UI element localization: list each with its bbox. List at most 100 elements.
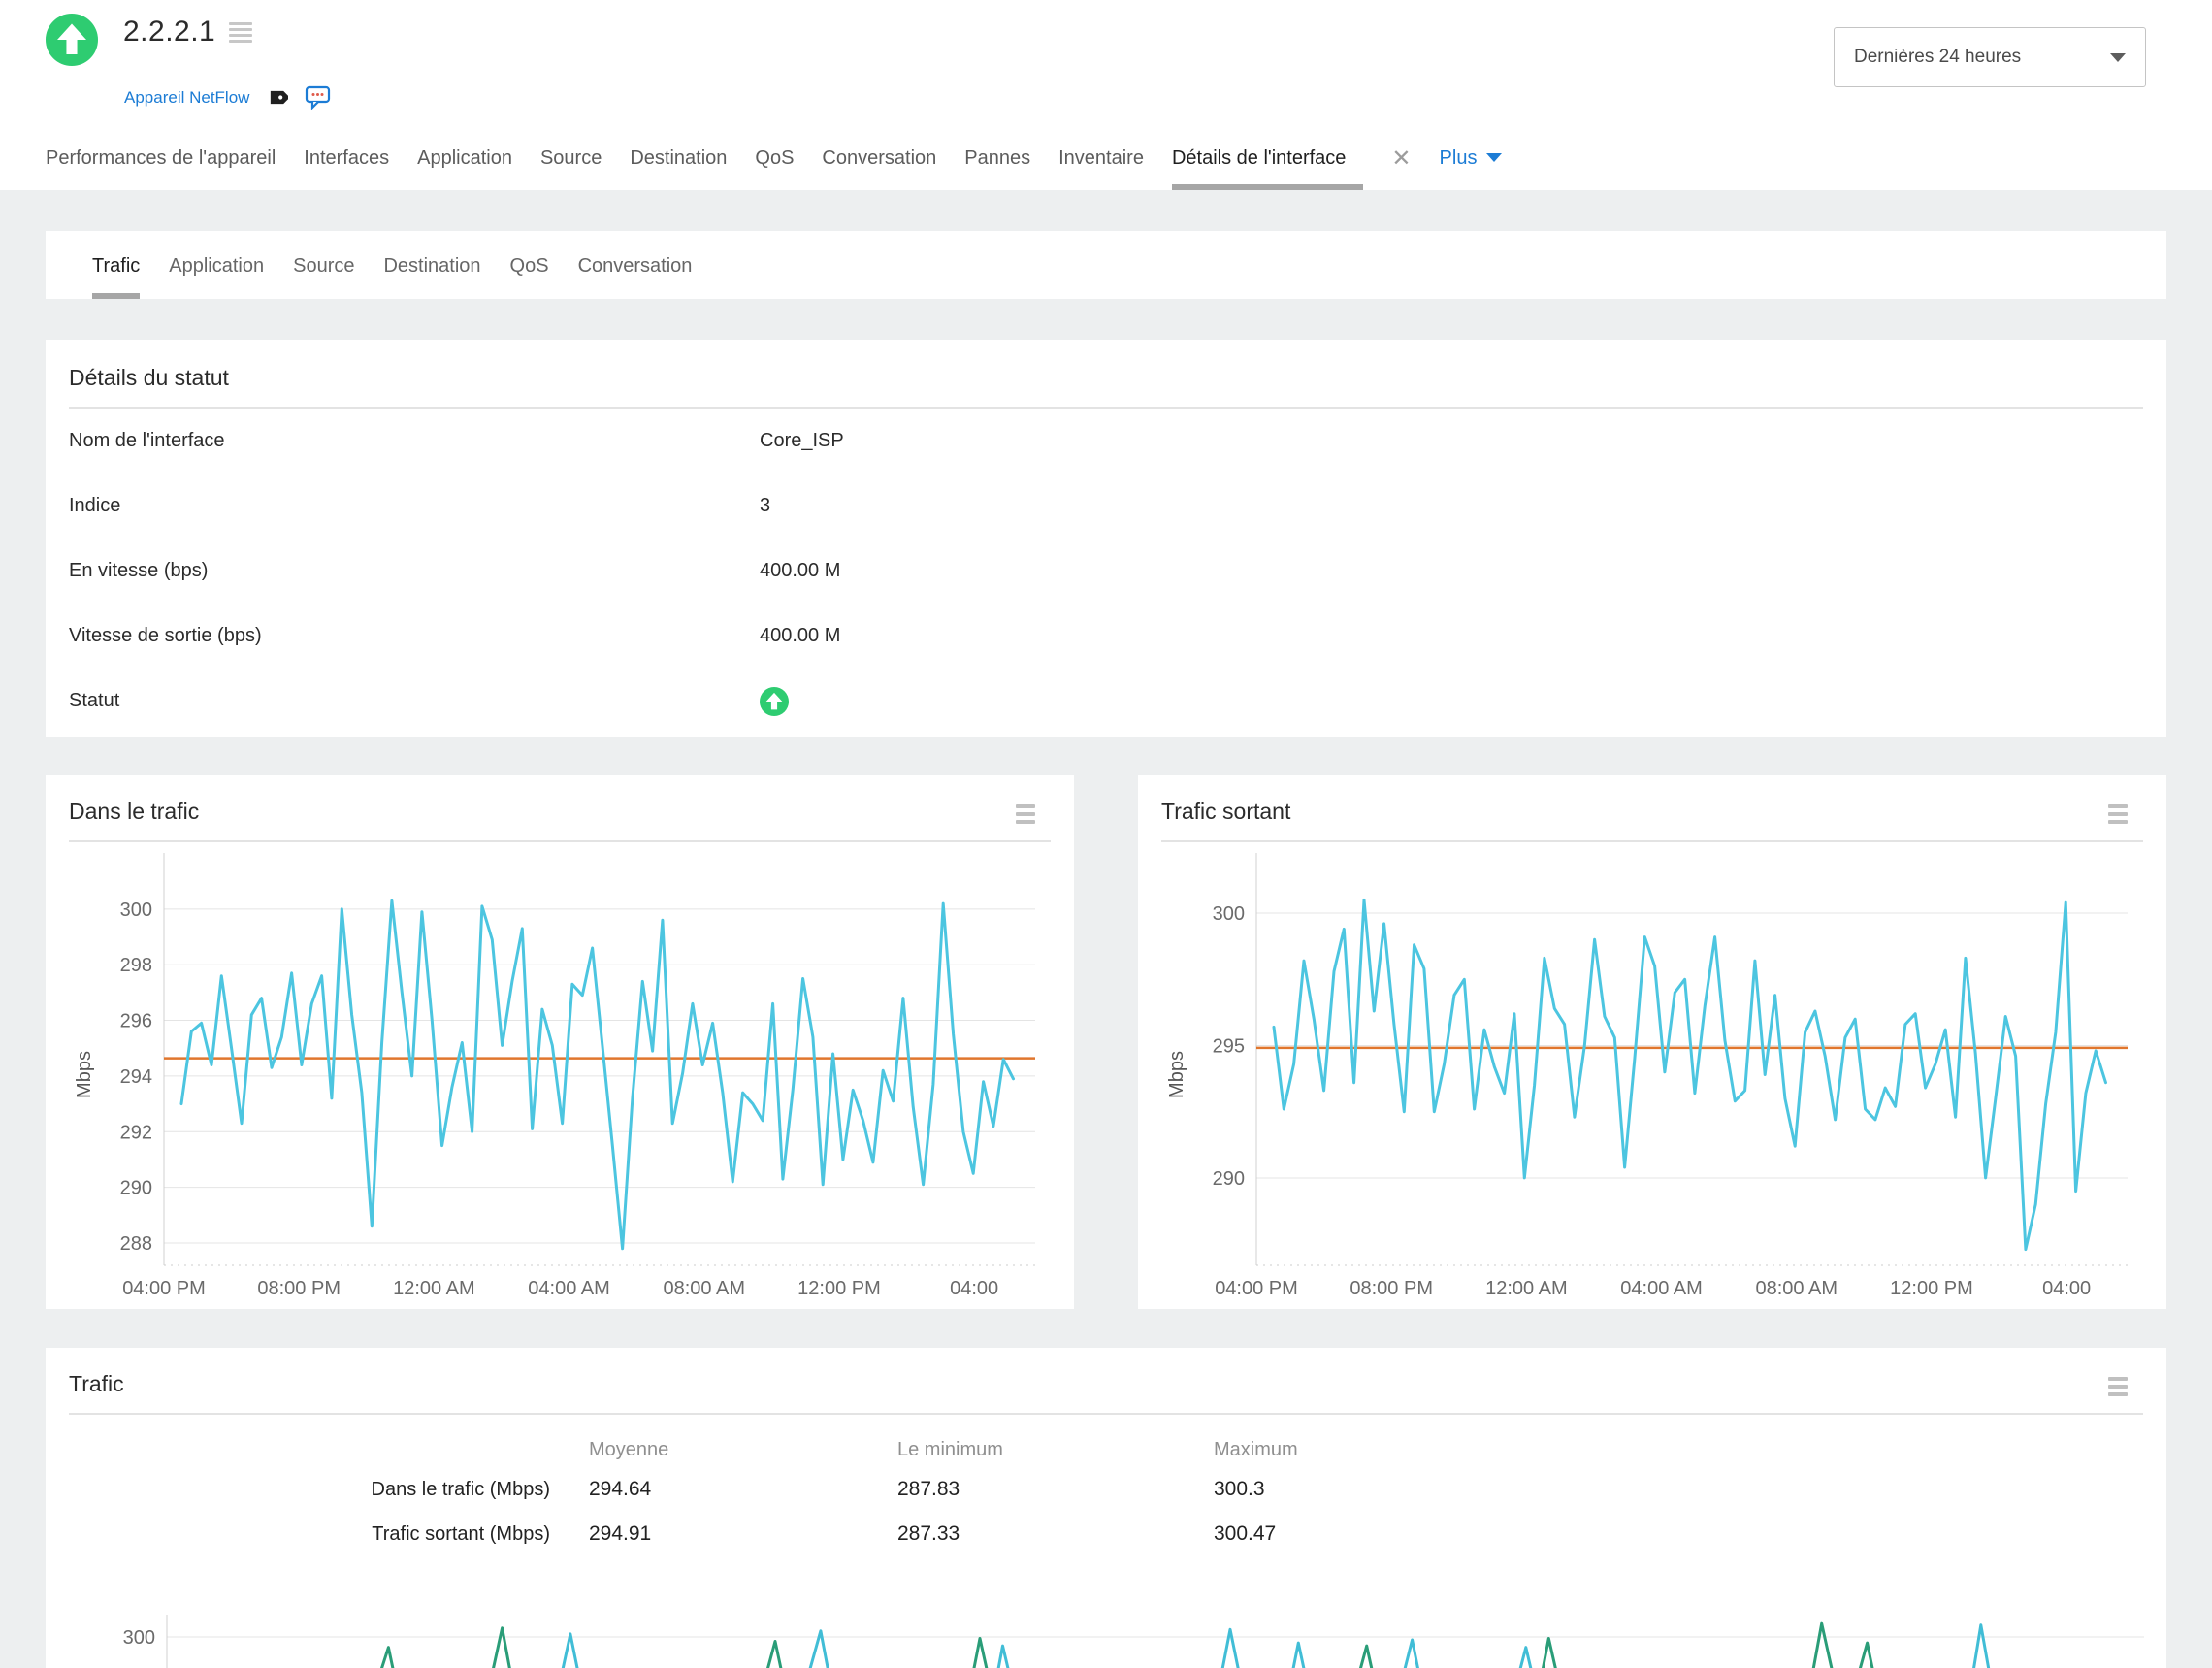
traffic-out-panel: Trafic sortant 300 295 290 Mbps 04:00 PM 08:0… [1138, 775, 2166, 1309]
svg-text:04:00 PM: 04:00 PM [122, 1278, 206, 1299]
main-content: Trafic Application Source Destination Qo… [0, 231, 2212, 1668]
tab-interfaces[interactable]: Interfaces [304, 147, 389, 190]
tab-pannes[interactable]: Pannes [964, 147, 1030, 190]
svg-text:Mbps: Mbps [74, 1051, 95, 1098]
detail-label: Statut [69, 690, 120, 711]
subtab-conversation[interactable]: Conversation [578, 231, 693, 299]
svg-text:12:00 AM: 12:00 AM [1485, 1278, 1568, 1299]
detail-row-interface-name: Nom de l'interface Core_ISP [69, 409, 2143, 474]
tab-details-interface[interactable]: Détails de l'interface [1171, 147, 1364, 190]
status-up-icon [760, 686, 789, 716]
row-label: Trafic sortant (Mbps) [372, 1522, 550, 1545]
tab-plus[interactable]: Plus [1440, 147, 1503, 190]
min-value: 287.83 [897, 1478, 960, 1500]
status-details-title: Détails du statut [69, 365, 229, 390]
svg-text:Mbps: Mbps [1166, 1051, 1187, 1098]
table-row: Dans le trafic (Mbps) 294.64 287.83 300.… [46, 1467, 2166, 1512]
detail-value: Core_ISP [760, 430, 844, 451]
subtab-destination[interactable]: Destination [383, 231, 480, 299]
tab-inventaire[interactable]: Inventaire [1058, 147, 1144, 190]
panel-menu-icon[interactable] [2108, 804, 2128, 824]
detail-value: 400.00 M [760, 625, 841, 646]
svg-text:04:00 AM: 04:00 AM [528, 1278, 610, 1299]
column-moyenne: Moyenne [589, 1438, 669, 1460]
summary-header-row: Moyenne Le minimum Maximum [46, 1432, 2166, 1467]
detail-row-in-speed: En vitesse (bps) 400.00 M [69, 539, 2143, 604]
tab-destination[interactable]: Destination [630, 147, 727, 190]
subtab-bar: Trafic Application Source Destination Qo… [46, 231, 2166, 299]
svg-text:12:00 AM: 12:00 AM [393, 1278, 475, 1299]
svg-text:04:00: 04:00 [2042, 1278, 2091, 1299]
min-value: 287.33 [897, 1522, 960, 1545]
detail-row-status: Statut [69, 669, 2143, 734]
time-range-select[interactable]: Dernières 24 heures [1834, 27, 2146, 87]
tab-performances[interactable]: Performances de l'appareil [46, 147, 276, 190]
svg-text:08:00 AM: 08:00 AM [664, 1278, 746, 1299]
device-type-link[interactable]: Appareil NetFlow [124, 88, 249, 108]
svg-text:292: 292 [120, 1122, 152, 1143]
device-status-up-icon [46, 14, 98, 66]
chevron-down-icon [1486, 153, 1503, 162]
svg-text:298: 298 [120, 955, 152, 976]
subtab-qos[interactable]: QoS [510, 231, 549, 299]
max-value: 300.47 [1214, 1522, 1277, 1545]
plus-label: Plus [1439, 147, 1478, 169]
detail-label: Indice [69, 495, 121, 516]
traffic-summary-table: Moyenne Le minimum Maximum Dans le trafi… [46, 1432, 2166, 1556]
svg-text:08:00 PM: 08:00 PM [1350, 1278, 1433, 1299]
max-value: 300.3 [1214, 1478, 1265, 1500]
traffic-in-chart[interactable]: 300 298 296 294 292 290 288 Mbps 04:00 PM 08:00 P… [46, 845, 1074, 1301]
subtab-application[interactable]: Application [169, 231, 264, 299]
traffic-in-panel: Dans le trafic 300 298 296 294 292 290 288 Mbps… [46, 775, 1074, 1309]
detail-value: 400.00 M [760, 560, 841, 581]
tab-application[interactable]: Application [417, 147, 512, 190]
chevron-down-icon [2110, 52, 2126, 62]
column-minimum: Le minimum [897, 1438, 1003, 1460]
avg-value: 294.64 [589, 1478, 652, 1500]
detail-row-out-speed: Vitesse de sortie (bps) 400.00 M [69, 604, 2143, 669]
svg-text:04:00 AM: 04:00 AM [1620, 1278, 1703, 1299]
avg-value: 294.91 [589, 1522, 652, 1545]
svg-text:288: 288 [120, 1233, 152, 1255]
panel-menu-icon[interactable] [1016, 804, 1035, 824]
close-icon[interactable]: ✕ [1391, 145, 1411, 190]
traffic-out-title: Trafic sortant [1161, 799, 1291, 824]
svg-text:300: 300 [120, 899, 152, 921]
tab-qos[interactable]: QoS [755, 147, 794, 190]
device-title: 2.2.2.1 [123, 16, 216, 48]
status-details-panel: Détails du statut Nom de l'interface Cor… [46, 340, 2166, 737]
subtab-source[interactable]: Source [293, 231, 354, 299]
traffic-out-chart[interactable]: 300 295 290 Mbps 04:00 PM 08:00 PM 12:00 AM 04:… [1138, 845, 2166, 1301]
tag-icon[interactable] [266, 86, 289, 109]
device-menu-icon[interactable] [229, 21, 253, 43]
svg-text:296: 296 [120, 1011, 152, 1032]
traffic-combined-chart[interactable]: 300 [46, 1590, 2166, 1668]
divider [69, 1413, 2143, 1415]
traffic-in-title: Dans le trafic [69, 799, 200, 824]
column-maximum: Maximum [1214, 1438, 1298, 1460]
svg-text:12:00 PM: 12:00 PM [797, 1278, 881, 1299]
main-tabs: Performances de l'appareil Interfaces Ap… [46, 145, 1503, 190]
svg-text:04:00: 04:00 [950, 1278, 998, 1299]
detail-label: Nom de l'interface [69, 430, 225, 451]
panel-menu-icon[interactable] [2108, 1377, 2128, 1396]
svg-text:294: 294 [120, 1066, 152, 1088]
tab-source[interactable]: Source [540, 147, 602, 190]
row-label: Dans le trafic (Mbps) [371, 1478, 551, 1500]
svg-text:300: 300 [1213, 903, 1245, 925]
svg-text:12:00 PM: 12:00 PM [1890, 1278, 1973, 1299]
svg-text:08:00 PM: 08:00 PM [257, 1278, 341, 1299]
divider [69, 840, 1051, 842]
comment-icon[interactable] [305, 85, 331, 110]
time-range-value: Dernières 24 heures [1854, 47, 2022, 67]
detail-value: 3 [760, 495, 771, 516]
tab-conversation[interactable]: Conversation [822, 147, 936, 190]
divider [1161, 840, 2143, 842]
svg-text:300: 300 [123, 1627, 155, 1649]
subtab-trafic[interactable]: Trafic [92, 231, 141, 299]
table-row: Trafic sortant (Mbps) 294.91 287.33 300.… [46, 1512, 2166, 1556]
detail-label: En vitesse (bps) [69, 560, 209, 581]
detail-label: Vitesse de sortie (bps) [69, 625, 262, 646]
svg-text:08:00 AM: 08:00 AM [1756, 1278, 1838, 1299]
svg-text:290: 290 [1213, 1168, 1245, 1190]
